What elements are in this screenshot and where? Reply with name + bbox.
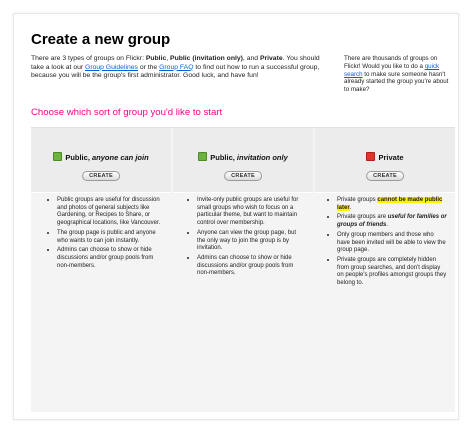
list-item: Private groups are useful for families o… xyxy=(337,213,447,229)
column-public-header: Public, anyone can join CREATE xyxy=(31,128,171,193)
list-item: Only group members and those who have be… xyxy=(337,231,447,255)
private-group-icon xyxy=(366,152,376,161)
group-faq-link[interactable]: Group FAQ xyxy=(159,64,193,71)
create-invite-button[interactable]: CREATE xyxy=(224,171,262,181)
type-public-invite: Public (invitation only) xyxy=(170,55,243,62)
group-type-panel: Public, anyone can join CREATE Public gr… xyxy=(31,127,455,412)
public-group-icon xyxy=(53,152,63,161)
list-item: Anyone can view the group page, but the … xyxy=(197,229,303,253)
list-item: Admins can choose to show or hide discus… xyxy=(57,246,161,270)
type-public: Public xyxy=(145,55,167,62)
column-public-body: Public groups are useful for discussion … xyxy=(49,196,161,271)
choose-heading: Choose which sort of group you'd like to… xyxy=(31,107,223,118)
column-invite-header: Public, invitation only CREATE xyxy=(173,128,313,193)
column-private-title: Private xyxy=(315,152,455,162)
column-public-title: Public, anyone can join xyxy=(31,152,171,162)
list-item: Private groups are completely hidden fro… xyxy=(337,256,447,288)
list-item: Public groups are useful for discussion … xyxy=(57,196,161,228)
invite-group-icon xyxy=(198,152,208,161)
page-frame: Create a new group There are 3 types of … xyxy=(13,13,459,420)
create-private-button[interactable]: CREATE xyxy=(366,171,404,181)
intro-text: There are 3 types of groups on Flickr: P… xyxy=(31,55,320,80)
list-item: Private groups cannot be made public lat… xyxy=(337,196,447,212)
list-item: Admins can choose to show or hide discus… xyxy=(197,254,303,278)
group-guidelines-link[interactable]: Group Guidelines xyxy=(85,64,138,71)
column-private-header: Private CREATE xyxy=(315,128,455,193)
list-item: The group page is public and anyone who … xyxy=(57,229,161,245)
column-private-body: Private groups cannot be made public lat… xyxy=(329,196,447,289)
column-invite-title: Public, invitation only xyxy=(173,152,313,162)
search-suggestion: There are thousands of groups on Flickr!… xyxy=(344,55,449,94)
page-title: Create a new group xyxy=(31,31,171,48)
create-public-button[interactable]: CREATE xyxy=(82,171,120,181)
list-item: Invite-only public groups are useful for… xyxy=(197,196,303,228)
type-private: Private xyxy=(259,55,283,62)
column-invite-body: Invite-only public groups are useful for… xyxy=(189,196,303,279)
